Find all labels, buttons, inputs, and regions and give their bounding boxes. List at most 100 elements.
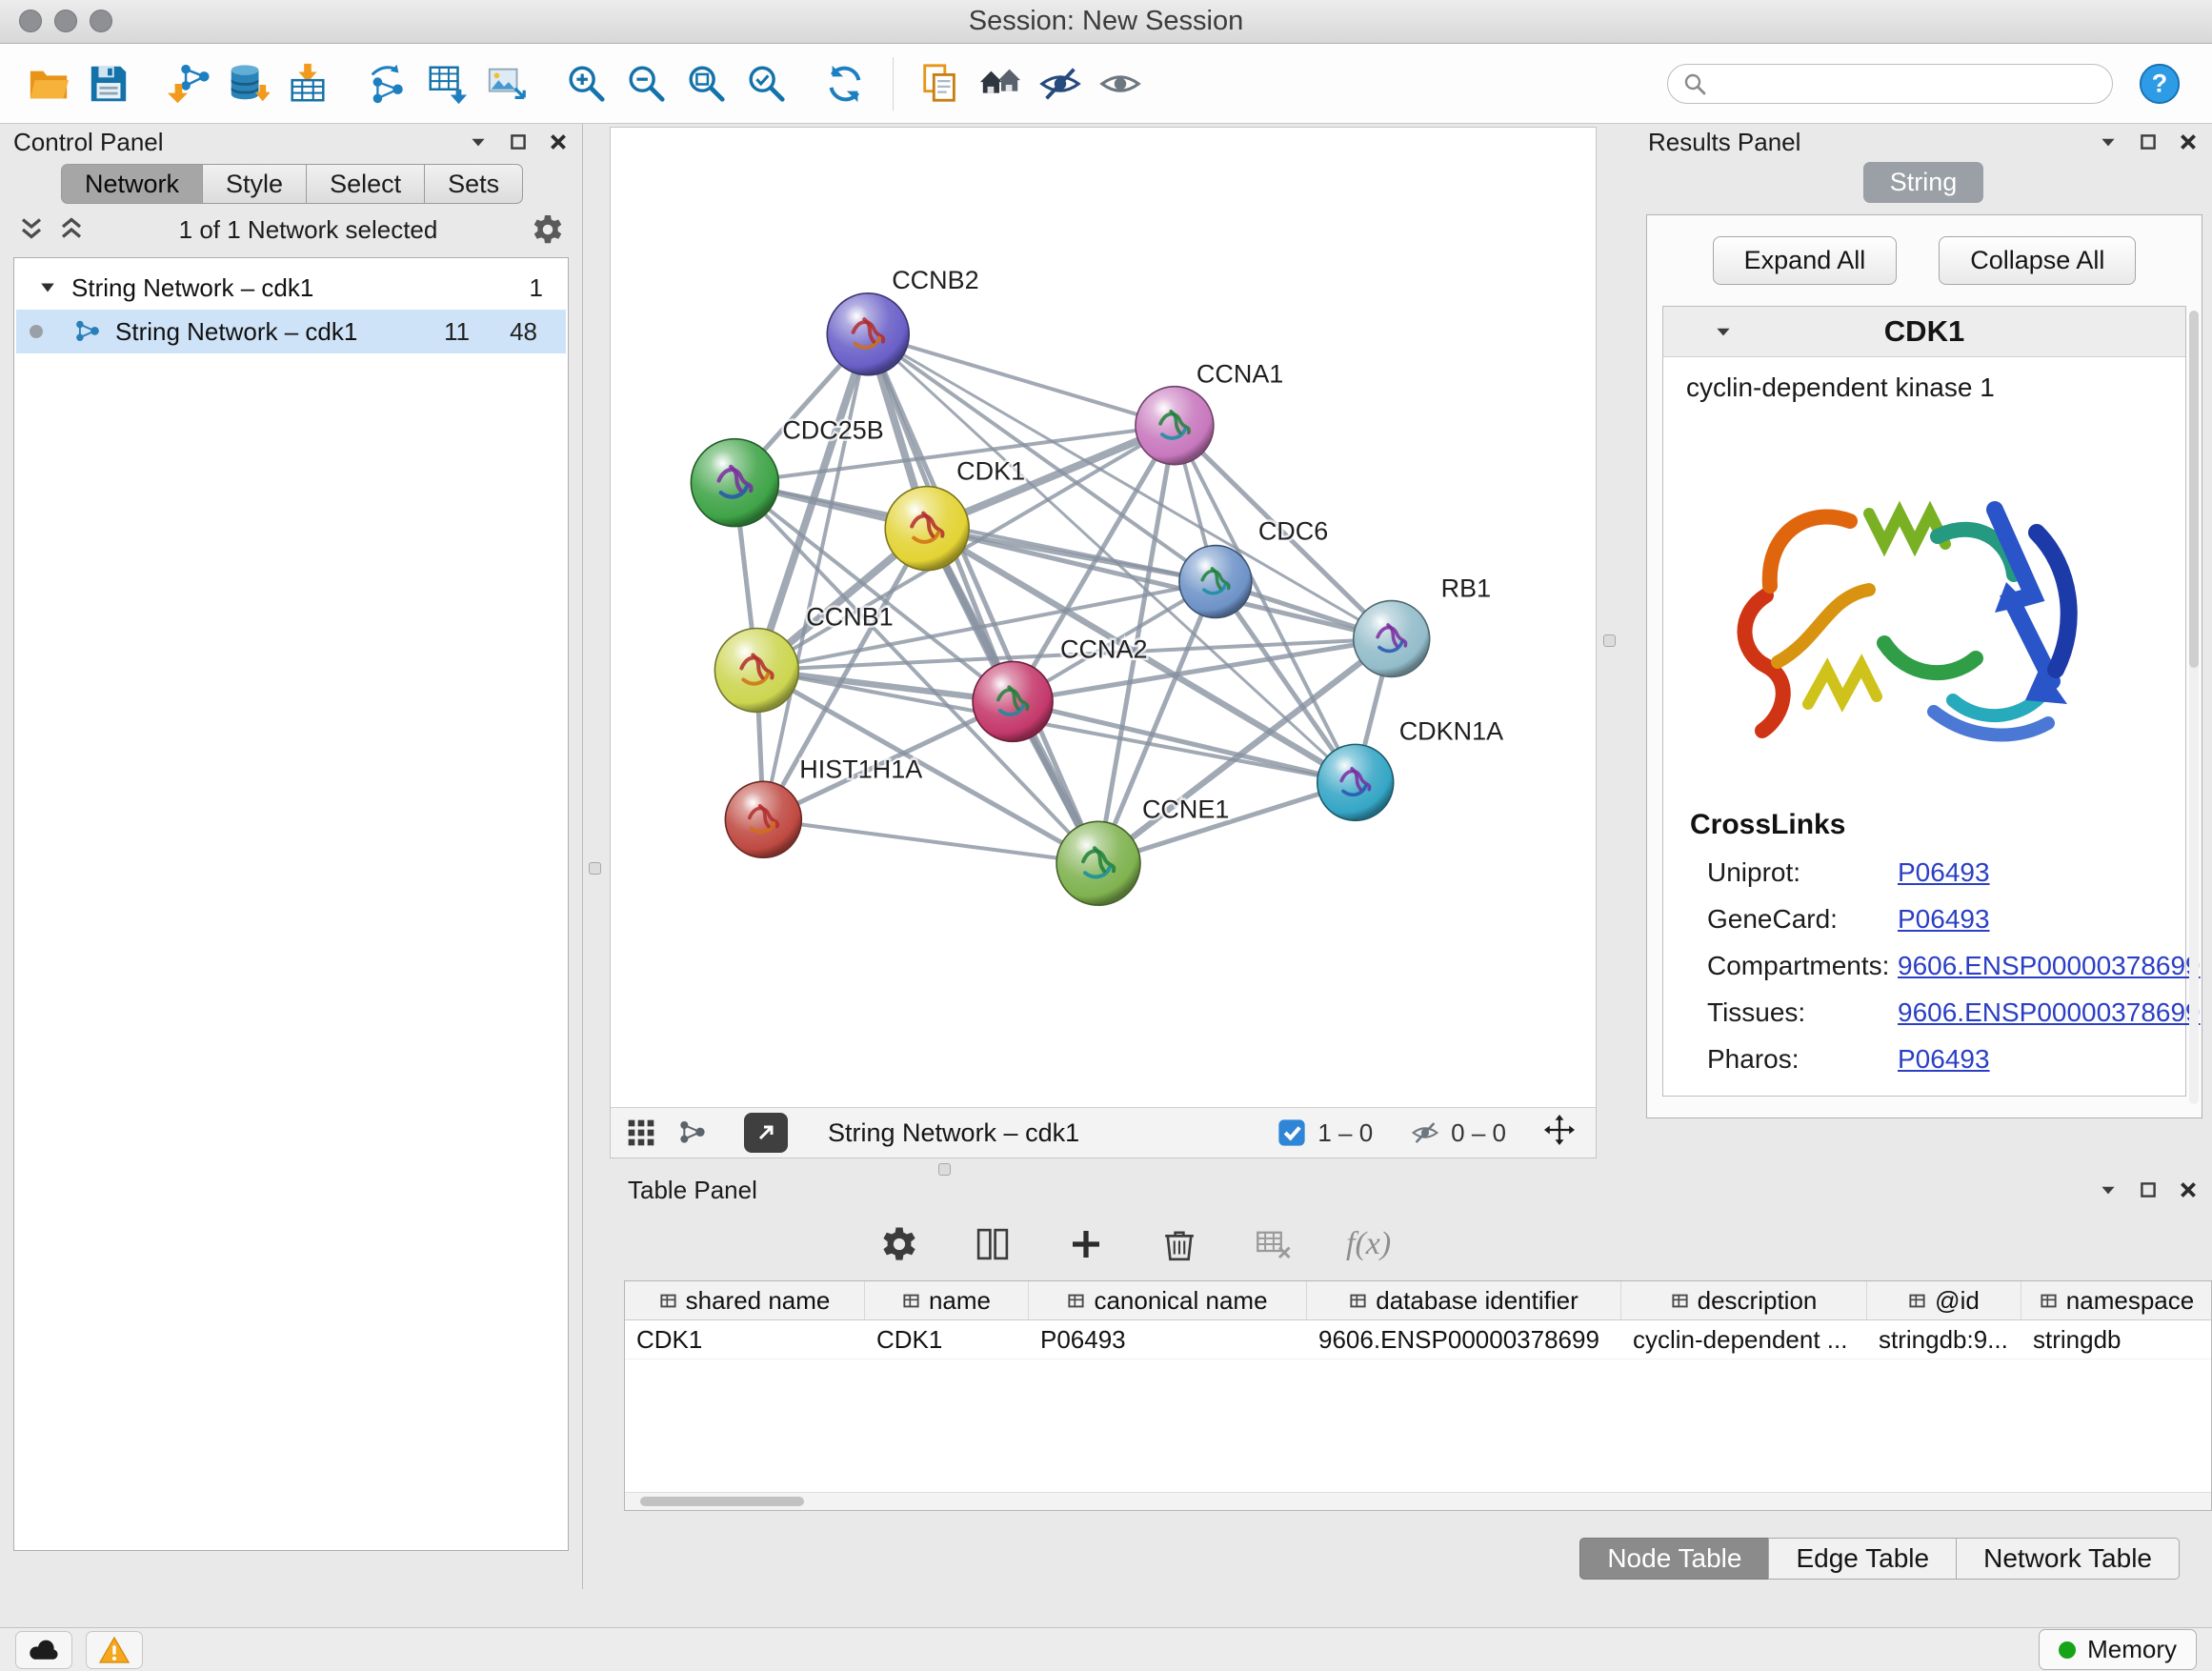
close-panel-icon[interactable] bbox=[2178, 131, 2199, 152]
birds-eye-view-icon[interactable] bbox=[626, 1117, 656, 1148]
help-button[interactable]: ? bbox=[2138, 62, 2182, 106]
clear-table-icon[interactable] bbox=[1253, 1224, 1293, 1264]
zoom-fit-icon[interactable] bbox=[682, 60, 730, 108]
network-collection-row[interactable]: String Network – cdk1 1 bbox=[14, 266, 568, 310]
expand-all-button[interactable]: Expand All bbox=[1713, 236, 1898, 285]
crosslink-value-link[interactable]: P06493 bbox=[1898, 1044, 1990, 1075]
gene-section-header[interactable]: CDK1 bbox=[1663, 307, 2185, 357]
hidden-items-icon[interactable] bbox=[1411, 1118, 1439, 1147]
network-node-cdc25b[interactable] bbox=[691, 439, 778, 527]
manage-columns-icon[interactable] bbox=[973, 1224, 1013, 1264]
network-overview-icon[interactable] bbox=[677, 1117, 708, 1148]
refresh-layout-icon[interactable] bbox=[821, 60, 869, 108]
column-header-name[interactable]: name bbox=[865, 1281, 1029, 1319]
network-edge[interactable] bbox=[868, 334, 1098, 863]
zoom-in-icon[interactable] bbox=[562, 60, 610, 108]
import-network-database-icon[interactable] bbox=[224, 60, 271, 108]
float-panel-icon[interactable] bbox=[508, 131, 529, 152]
copy-annotation-icon[interactable] bbox=[916, 60, 964, 108]
float-panel-icon[interactable] bbox=[2138, 131, 2159, 152]
memory-button[interactable]: Memory bbox=[2039, 1629, 2197, 1670]
column-header-database-identifier[interactable]: database identifier bbox=[1307, 1281, 1621, 1319]
network-node-cdc6[interactable] bbox=[1179, 546, 1252, 618]
zoom-selected-icon[interactable] bbox=[742, 60, 790, 108]
string-home-icon[interactable] bbox=[976, 60, 1024, 108]
collapse-all-networks-icon[interactable] bbox=[57, 215, 86, 244]
tab-network[interactable]: Network bbox=[61, 164, 203, 204]
column-header-namespace[interactable]: namespace bbox=[2021, 1281, 2212, 1319]
network-node-ccna2[interactable] bbox=[973, 661, 1053, 741]
network-edge[interactable] bbox=[868, 334, 1391, 639]
collapse-all-button[interactable]: Collapse All bbox=[1939, 236, 2136, 285]
network-options-gear-icon[interactable] bbox=[531, 212, 565, 247]
warnings-button[interactable] bbox=[86, 1631, 143, 1669]
window-zoom-button[interactable] bbox=[90, 10, 112, 32]
close-panel-icon[interactable] bbox=[2178, 1179, 2199, 1200]
tab-network-table[interactable]: Network Table bbox=[1956, 1538, 2180, 1580]
column-header-shared-name[interactable]: shared name bbox=[625, 1281, 865, 1319]
crosslink-value-link[interactable]: 9606.ENSP00000378699 bbox=[1898, 951, 2201, 981]
tab-edge-table[interactable]: Edge Table bbox=[1768, 1538, 1957, 1580]
collapse-panel-icon[interactable] bbox=[2098, 1179, 2119, 1200]
show-graphics-details-icon[interactable] bbox=[1096, 60, 1144, 108]
save-session-icon[interactable] bbox=[85, 60, 132, 108]
crosslink-value-link[interactable]: P06493 bbox=[1898, 857, 1990, 888]
right-splitter-handle[interactable] bbox=[1603, 634, 1616, 647]
network-node-rb1[interactable] bbox=[1354, 601, 1430, 677]
function-builder-icon[interactable]: f(x) bbox=[1346, 1226, 1391, 1262]
add-row-icon[interactable] bbox=[1066, 1224, 1106, 1264]
network-node-ccnb2[interactable] bbox=[827, 293, 909, 375]
tab-style[interactable]: Style bbox=[202, 164, 307, 204]
column-header-canonical-name[interactable]: canonical name bbox=[1029, 1281, 1307, 1319]
network-edge[interactable] bbox=[868, 334, 1175, 426]
left-splitter-handle[interactable] bbox=[589, 862, 601, 875]
hide-graphics-details-icon[interactable] bbox=[1036, 60, 1084, 108]
close-panel-icon[interactable] bbox=[548, 131, 569, 152]
crosslink-value-link[interactable]: 9606.ENSP00000378699 bbox=[1898, 997, 2201, 1028]
zoom-out-icon[interactable] bbox=[622, 60, 670, 108]
import-network-icon[interactable] bbox=[164, 60, 211, 108]
tab-sets[interactable]: Sets bbox=[424, 164, 523, 204]
network-row-selected[interactable]: String Network – cdk1 11 48 bbox=[16, 310, 566, 353]
export-image-icon[interactable] bbox=[483, 60, 531, 108]
expand-all-networks-icon[interactable] bbox=[17, 215, 46, 244]
network-node-ccnb1[interactable] bbox=[714, 628, 798, 712]
column-header--id[interactable]: @id bbox=[1867, 1281, 2021, 1319]
network-from-table-icon[interactable] bbox=[423, 60, 471, 108]
open-session-icon[interactable] bbox=[25, 60, 72, 108]
column-header-description[interactable]: description bbox=[1621, 1281, 1867, 1319]
gene-collapse-icon[interactable] bbox=[1713, 321, 1734, 342]
network-edge[interactable] bbox=[763, 819, 1098, 863]
network-node-cdk1[interactable] bbox=[885, 487, 969, 571]
delete-row-icon[interactable] bbox=[1159, 1224, 1199, 1264]
network-node-ccne1[interactable] bbox=[1056, 821, 1140, 905]
network-node-ccna1[interactable] bbox=[1136, 387, 1214, 465]
tab-node-table[interactable]: Node Table bbox=[1579, 1538, 1769, 1580]
network-node-cdkn1a[interactable] bbox=[1317, 744, 1394, 820]
cloud-status-button[interactable] bbox=[15, 1631, 72, 1669]
crosslink-value-link[interactable]: P06493 bbox=[1898, 904, 1990, 935]
clone-network-icon[interactable] bbox=[363, 60, 411, 108]
collapse-panel-icon[interactable] bbox=[468, 131, 489, 152]
collection-expand-icon[interactable] bbox=[39, 279, 56, 296]
window-minimize-button[interactable] bbox=[54, 10, 77, 32]
network-node-hist1h1a[interactable] bbox=[725, 781, 801, 857]
table-settings-icon[interactable] bbox=[879, 1224, 919, 1264]
table-horizontal-scrollbar[interactable] bbox=[625, 1492, 2211, 1510]
selected-nodes-checkbox[interactable] bbox=[1277, 1118, 1306, 1147]
network-edge[interactable] bbox=[1013, 701, 1356, 782]
network-canvas[interactable]: CCNB2CCNA1CDC25BCDK1CDC6RB1CCNB1CCNA2CDK… bbox=[611, 128, 1596, 1107]
search-input[interactable] bbox=[1716, 68, 2099, 99]
pan-tool-icon[interactable] bbox=[1544, 1115, 1580, 1151]
tab-select[interactable]: Select bbox=[306, 164, 425, 204]
collapse-panel-icon[interactable] bbox=[2098, 131, 2119, 152]
float-panel-icon[interactable] bbox=[2138, 1179, 2159, 1200]
open-external-button[interactable] bbox=[744, 1113, 788, 1153]
search-box[interactable] bbox=[1667, 64, 2113, 104]
window-close-button[interactable] bbox=[19, 10, 42, 32]
results-scrollbar[interactable] bbox=[2189, 311, 2199, 1104]
table-row[interactable]: CDK1CDK1P064939606.ENSP00000378699cyclin… bbox=[625, 1320, 2211, 1359]
network-view[interactable]: CCNB2CCNA1CDC25BCDK1CDC6RB1CCNB1CCNA2CDK… bbox=[610, 127, 1597, 1158]
import-table-icon[interactable] bbox=[284, 60, 332, 108]
string-tab-badge[interactable]: String bbox=[1863, 162, 1984, 203]
